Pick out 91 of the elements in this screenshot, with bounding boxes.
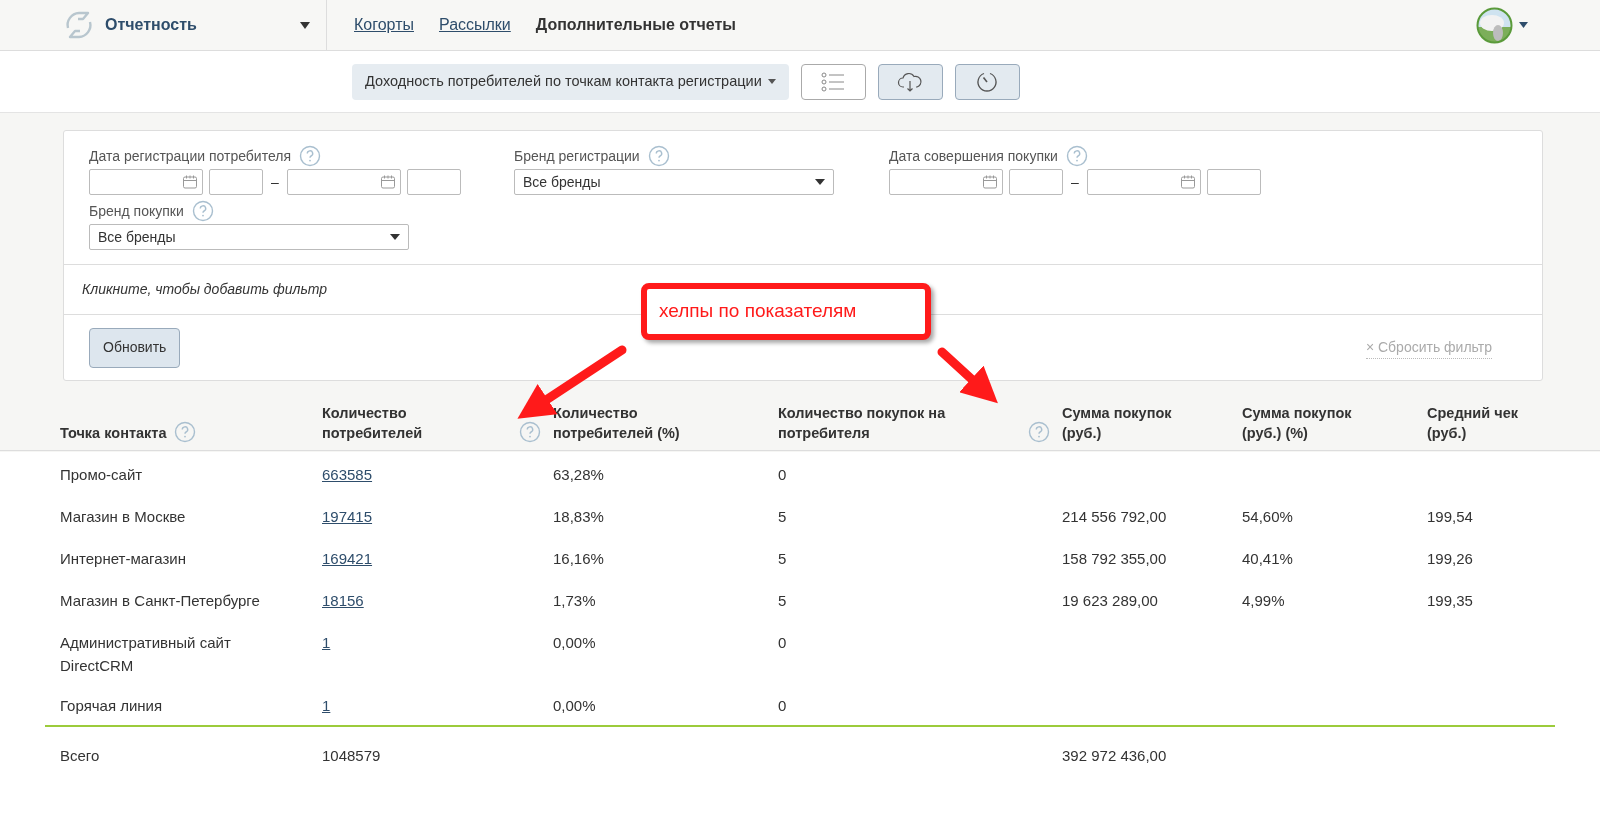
avatar[interactable] xyxy=(1476,6,1513,44)
column-header: Сумма покупок (руб.) (%) xyxy=(1242,404,1353,443)
table-cell-text: 199,35 xyxy=(1427,591,1474,611)
time-field[interactable] xyxy=(209,169,263,195)
caret-icon xyxy=(300,21,310,29)
calendar-icon[interactable] xyxy=(379,174,396,190)
nav-link[interactable]: Рассылки xyxy=(439,13,511,37)
cloud-download-icon xyxy=(897,71,924,92)
caret-icon xyxy=(767,79,776,84)
help-icon[interactable] xyxy=(1028,420,1050,443)
help-icon[interactable] xyxy=(299,145,321,167)
help-icon[interactable] xyxy=(1065,145,1088,167)
column-header: Количество потребителей xyxy=(322,404,424,443)
date-field[interactable] xyxy=(1086,169,1201,195)
table-cell-text: 0 xyxy=(778,633,788,653)
table-cell-text: 0 xyxy=(778,465,788,485)
table-cell-text: 18,83% xyxy=(553,507,605,527)
caret-icon xyxy=(390,234,400,240)
filter-label: Бренд регистрации xyxy=(514,146,640,166)
table-cell-text: 1,73% xyxy=(553,591,597,611)
date-field[interactable] xyxy=(89,169,203,195)
help-icon[interactable] xyxy=(191,200,214,222)
table-cell-text: 40,41% xyxy=(1242,549,1294,569)
table-cell-text: 199,54 xyxy=(1427,507,1474,527)
table-cell-text: 63,28% xyxy=(553,465,605,485)
column-header: Сумма покупок (руб.) xyxy=(1062,404,1173,443)
filter-label: Дата совершения покупки xyxy=(889,146,1058,166)
brand-select[interactable]: Все бренды xyxy=(89,224,409,250)
calendar-icon[interactable] xyxy=(1179,174,1196,190)
table-cell-text: 199,26 xyxy=(1427,549,1474,569)
annotation-arrow xyxy=(937,347,998,404)
range-dash: – xyxy=(1070,172,1080,192)
help-icon[interactable] xyxy=(647,145,670,167)
section-dropdown[interactable] xyxy=(300,21,310,29)
table-cell-text: 0,00% xyxy=(553,696,597,716)
update-button[interactable]: Обновить xyxy=(89,327,181,368)
table-cell-text: 54,60% xyxy=(1242,507,1294,527)
total-cell-text: 392 972 436,00 xyxy=(1062,745,1168,766)
count-link[interactable]: 197415 xyxy=(322,506,373,529)
total-cell-text: Всего xyxy=(60,745,101,766)
table-cell-text: 4,99% xyxy=(1242,591,1286,611)
table-cell-text: Магазин в Москве xyxy=(60,507,187,527)
count-link[interactable]: 1 xyxy=(322,695,331,718)
caret-icon xyxy=(815,179,825,185)
time-field[interactable] xyxy=(1206,169,1261,195)
table-cell-text: Горячая линия xyxy=(60,696,164,716)
column-header: Средний чек (руб.) xyxy=(1427,404,1519,443)
annotation-text: хелпы по показателям xyxy=(659,299,857,324)
brand-select[interactable]: Все бренды xyxy=(514,169,834,195)
calendar-icon[interactable] xyxy=(182,174,198,190)
table-cell-text: Административный сайт DirectCRM xyxy=(60,633,232,676)
caret-icon[interactable] xyxy=(1519,22,1528,28)
nav-link[interactable]: Дополнительные отчеты xyxy=(535,13,736,37)
help-icon[interactable] xyxy=(519,420,541,443)
calendar-icon[interactable] xyxy=(982,174,998,190)
filter-label: Дата регистрации потребителя xyxy=(89,146,291,166)
table-cell-text: Интернет-магазин xyxy=(60,549,187,569)
section-title: Отчетность xyxy=(105,15,197,35)
count-link[interactable]: 663585 xyxy=(322,464,373,487)
count-link[interactable]: 18156 xyxy=(322,590,364,613)
timer-button[interactable] xyxy=(954,63,1020,100)
column-header: Точка контакта xyxy=(60,424,167,443)
table-cell-text: 0 xyxy=(778,696,788,716)
table-cell-text: 5 xyxy=(778,549,788,569)
column-header: Количество покупок на потребителя xyxy=(778,404,947,443)
range-dash: – xyxy=(270,172,280,192)
filter-label: Бренд покупки xyxy=(89,201,184,221)
help-icon[interactable] xyxy=(174,420,197,443)
table-cell-text: 214 556 792,00 xyxy=(1062,507,1168,527)
table-cell-text: 5 xyxy=(778,507,788,527)
time-field[interactable] xyxy=(1009,169,1063,195)
date-field[interactable] xyxy=(286,169,401,195)
count-link[interactable]: 1 xyxy=(322,632,331,655)
total-cell-text: 1048579 xyxy=(322,745,382,766)
table-cell-text: Магазин в Санкт-Петербурге xyxy=(60,591,261,611)
list-button[interactable] xyxy=(800,63,866,100)
table-cell-text: Промо-сайт xyxy=(60,465,144,485)
table-cell-text: 0,00% xyxy=(553,633,597,653)
time-field[interactable] xyxy=(406,169,461,195)
date-field[interactable] xyxy=(889,169,1003,195)
column-header: Количество потребителей (%) xyxy=(553,404,681,443)
table-cell-text: 158 792 355,00 xyxy=(1062,549,1168,569)
report-select[interactable]: Доходность потребителей по точкам контакта регистрации xyxy=(352,63,789,100)
table-cell-text: 5 xyxy=(778,591,788,611)
download-button[interactable] xyxy=(877,63,943,100)
list-icon xyxy=(821,71,846,92)
count-link[interactable]: 169421 xyxy=(322,548,373,571)
add-filter-link[interactable]: Кликните, чтобы добавить фильтр xyxy=(82,279,328,300)
table-cell-text: 19 623 289,00 xyxy=(1062,591,1159,611)
nav-link[interactable]: Когорты xyxy=(354,13,414,37)
table-cell-text: 16,16% xyxy=(553,549,605,569)
